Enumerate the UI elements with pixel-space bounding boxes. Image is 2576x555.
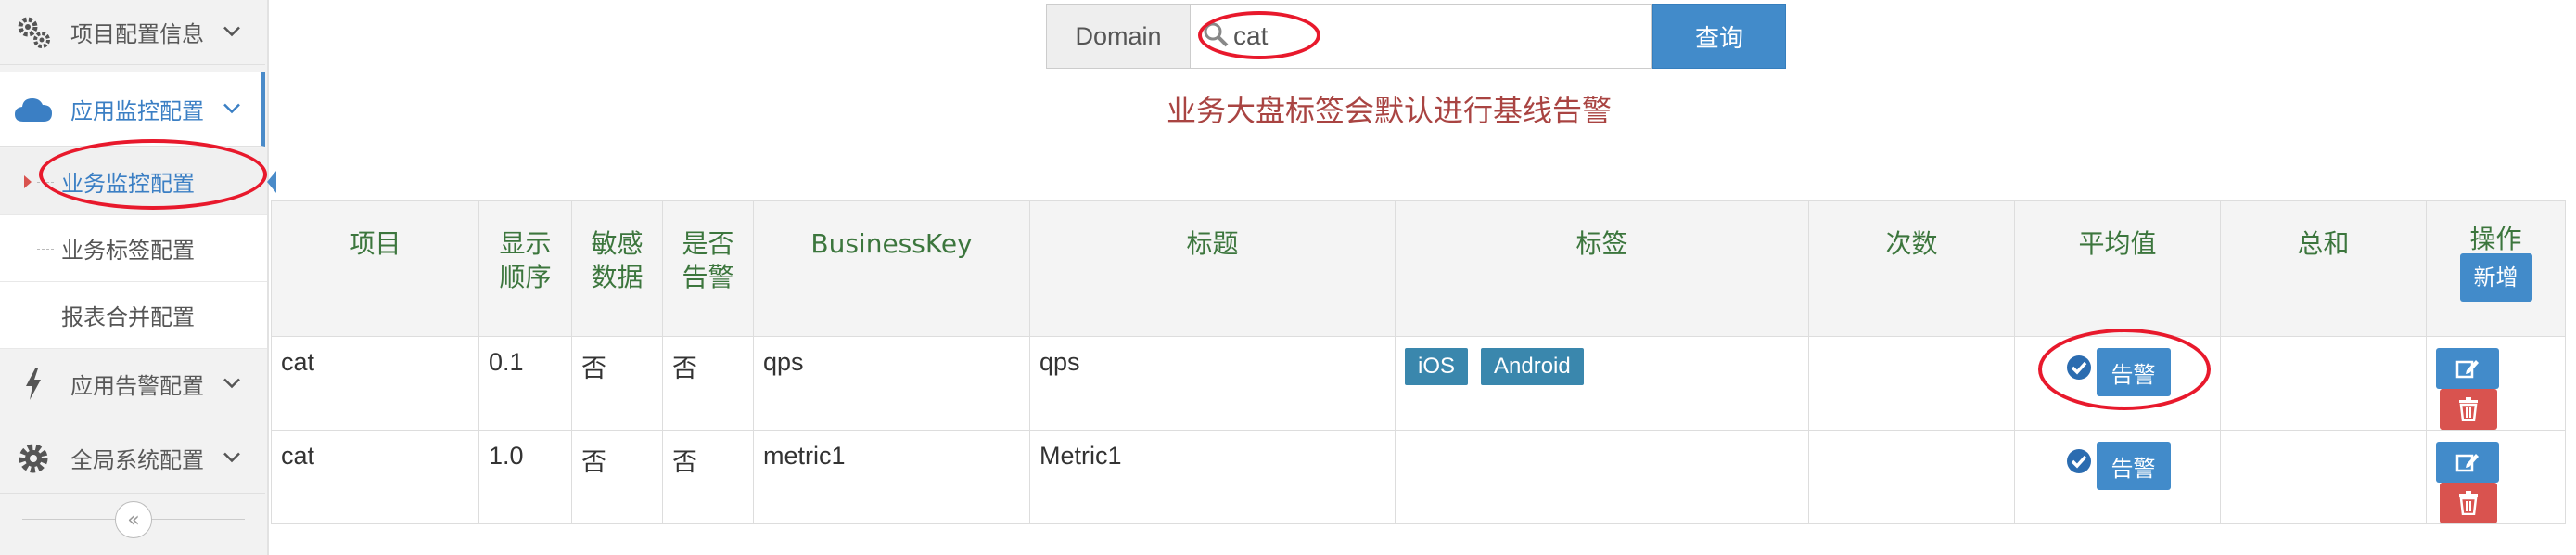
col-header-tags: 标签 [1395,200,1809,337]
cell-sum [2220,430,2427,524]
cell-alert: 否 [662,336,754,431]
edit-button[interactable] [2436,442,2499,483]
col-header-avg: 平均值 [2014,200,2221,337]
cell-business-key: metric1 [753,430,1030,524]
checkbox-checked-icon[interactable] [2065,447,2093,482]
bolt-icon [13,364,54,405]
chevron-down-icon [223,23,241,41]
tag-badge: Android [1481,348,1584,385]
col-header-ops: 操作 新增 [2426,200,2566,337]
sidebar-item-label: 应用监控配置 [70,98,204,124]
col-header-count: 次数 [1808,200,2015,337]
cloud-icon [13,89,54,130]
cell-tags: iOS Android [1395,336,1809,431]
trash-icon [2459,491,2478,515]
chevron-down-icon [223,449,241,467]
checkbox-checked-icon[interactable] [2065,354,2093,388]
alert-button[interactable]: 告警 [2096,348,2171,396]
collapse-sidebar-button[interactable]: « [115,501,152,538]
chevron-down-icon [223,375,241,393]
sidebar-item-app-monitor-config[interactable]: 应用监控配置 [0,72,265,147]
sidebar-item-global-system-config[interactable]: 全局系统配置 [0,423,265,494]
query-button[interactable]: 查询 [1652,4,1786,69]
col-header-sensitive: 敏感数据 [571,200,663,337]
delete-button[interactable] [2440,389,2497,430]
gears-icon [13,12,54,53]
col-header-sum: 总和 [2220,200,2427,337]
cell-avg: 告警 [2014,336,2221,431]
chevron-down-icon [223,100,241,118]
domain-addon-label: Domain [1046,4,1191,69]
cell-title: qps [1029,336,1396,431]
edit-icon [2455,454,2479,472]
table-row: cat 1.0 否 否 metric1 Metric1 告警 [271,430,2566,524]
cell-sensitive: 否 [571,336,663,431]
sidebar-subitem-label: 业务监控配置 [61,171,195,197]
cell-order: 0.1 [478,336,572,431]
trash-icon [2459,397,2478,421]
sidebar-subitem-label: 报表合并配置 [61,304,195,330]
domain-search-group: Domain 查询 [1046,4,1786,69]
alert-button[interactable]: 告警 [2096,442,2171,490]
col-header-order: 显示顺序 [478,200,572,337]
domain-search-input[interactable] [1233,16,1623,57]
table-row: cat 0.1 否 否 qps qps iOS Android 告警 [271,336,2566,431]
add-button[interactable]: 新增 [2459,253,2532,302]
sidebar-submenu: 业务监控配置 业务标签配置 报表合并配置 [0,148,267,349]
sidebar-subitem-label: 业务标签配置 [61,238,195,264]
tag-badge: iOS [1405,348,1469,385]
edit-button[interactable] [2436,348,2499,389]
gear-icon [13,438,54,479]
sidebar-subitem-business-monitor[interactable]: 业务监控配置 [0,148,267,215]
cell-order: 1.0 [478,430,572,524]
cell-sensitive: 否 [571,430,663,524]
baseline-alert-notice: 业务大盘标签会默认进行基线告警 [1167,93,1613,128]
active-caret-icon [24,174,32,188]
cell-ops [2426,430,2566,524]
search-icon [1202,20,1230,52]
cell-project: cat [271,430,479,524]
sidebar-item-app-alert-config[interactable]: 应用告警配置 [0,349,265,419]
cell-avg: 告警 [2014,430,2221,524]
sidebar: 项目配置信息 应用监控配置 业务监控配置 业务标签配置 报表合并配置 应用告警配… [0,0,269,555]
col-header-project: 项目 [271,200,479,337]
divider [152,519,245,520]
sidebar-subitem-report-merge[interactable]: 报表合并配置 [0,282,267,349]
col-header-business-key: BusinessKey [753,200,1030,337]
sidebar-item-label: 应用告警配置 [70,373,204,399]
delete-button[interactable] [2440,483,2497,523]
sidebar-item-label: 全局系统配置 [70,447,204,473]
col-header-title: 标题 [1029,200,1396,337]
cell-alert: 否 [662,430,754,524]
cell-title: Metric1 [1029,430,1396,524]
col-header-ops-label: 操作 [2469,224,2522,254]
sidebar-collapse-bar: « [0,494,267,546]
cell-sum [2220,336,2427,431]
cell-count [1808,336,2015,431]
business-config-table: 项目 显示顺序 敏感数据 是否告警 BusinessKey 标题 标签 次数 平… [271,200,2566,524]
cell-project: cat [271,336,479,431]
sidebar-item-project-config[interactable]: 项目配置信息 [0,0,265,65]
cell-tags [1395,430,1809,524]
double-chevron-left-icon: « [127,508,140,532]
divider [22,519,115,520]
cell-count [1808,430,2015,524]
cell-ops [2426,336,2566,431]
sidebar-item-label: 项目配置信息 [70,21,204,47]
cell-business-key: qps [753,336,1030,431]
edit-icon [2455,360,2479,379]
table-header-row: 项目 显示顺序 敏感数据 是否告警 BusinessKey 标题 标签 次数 平… [271,200,2566,337]
sidebar-subitem-business-tag[interactable]: 业务标签配置 [0,215,267,282]
col-header-alert: 是否告警 [662,200,754,337]
domain-search-field[interactable] [1191,4,1652,69]
